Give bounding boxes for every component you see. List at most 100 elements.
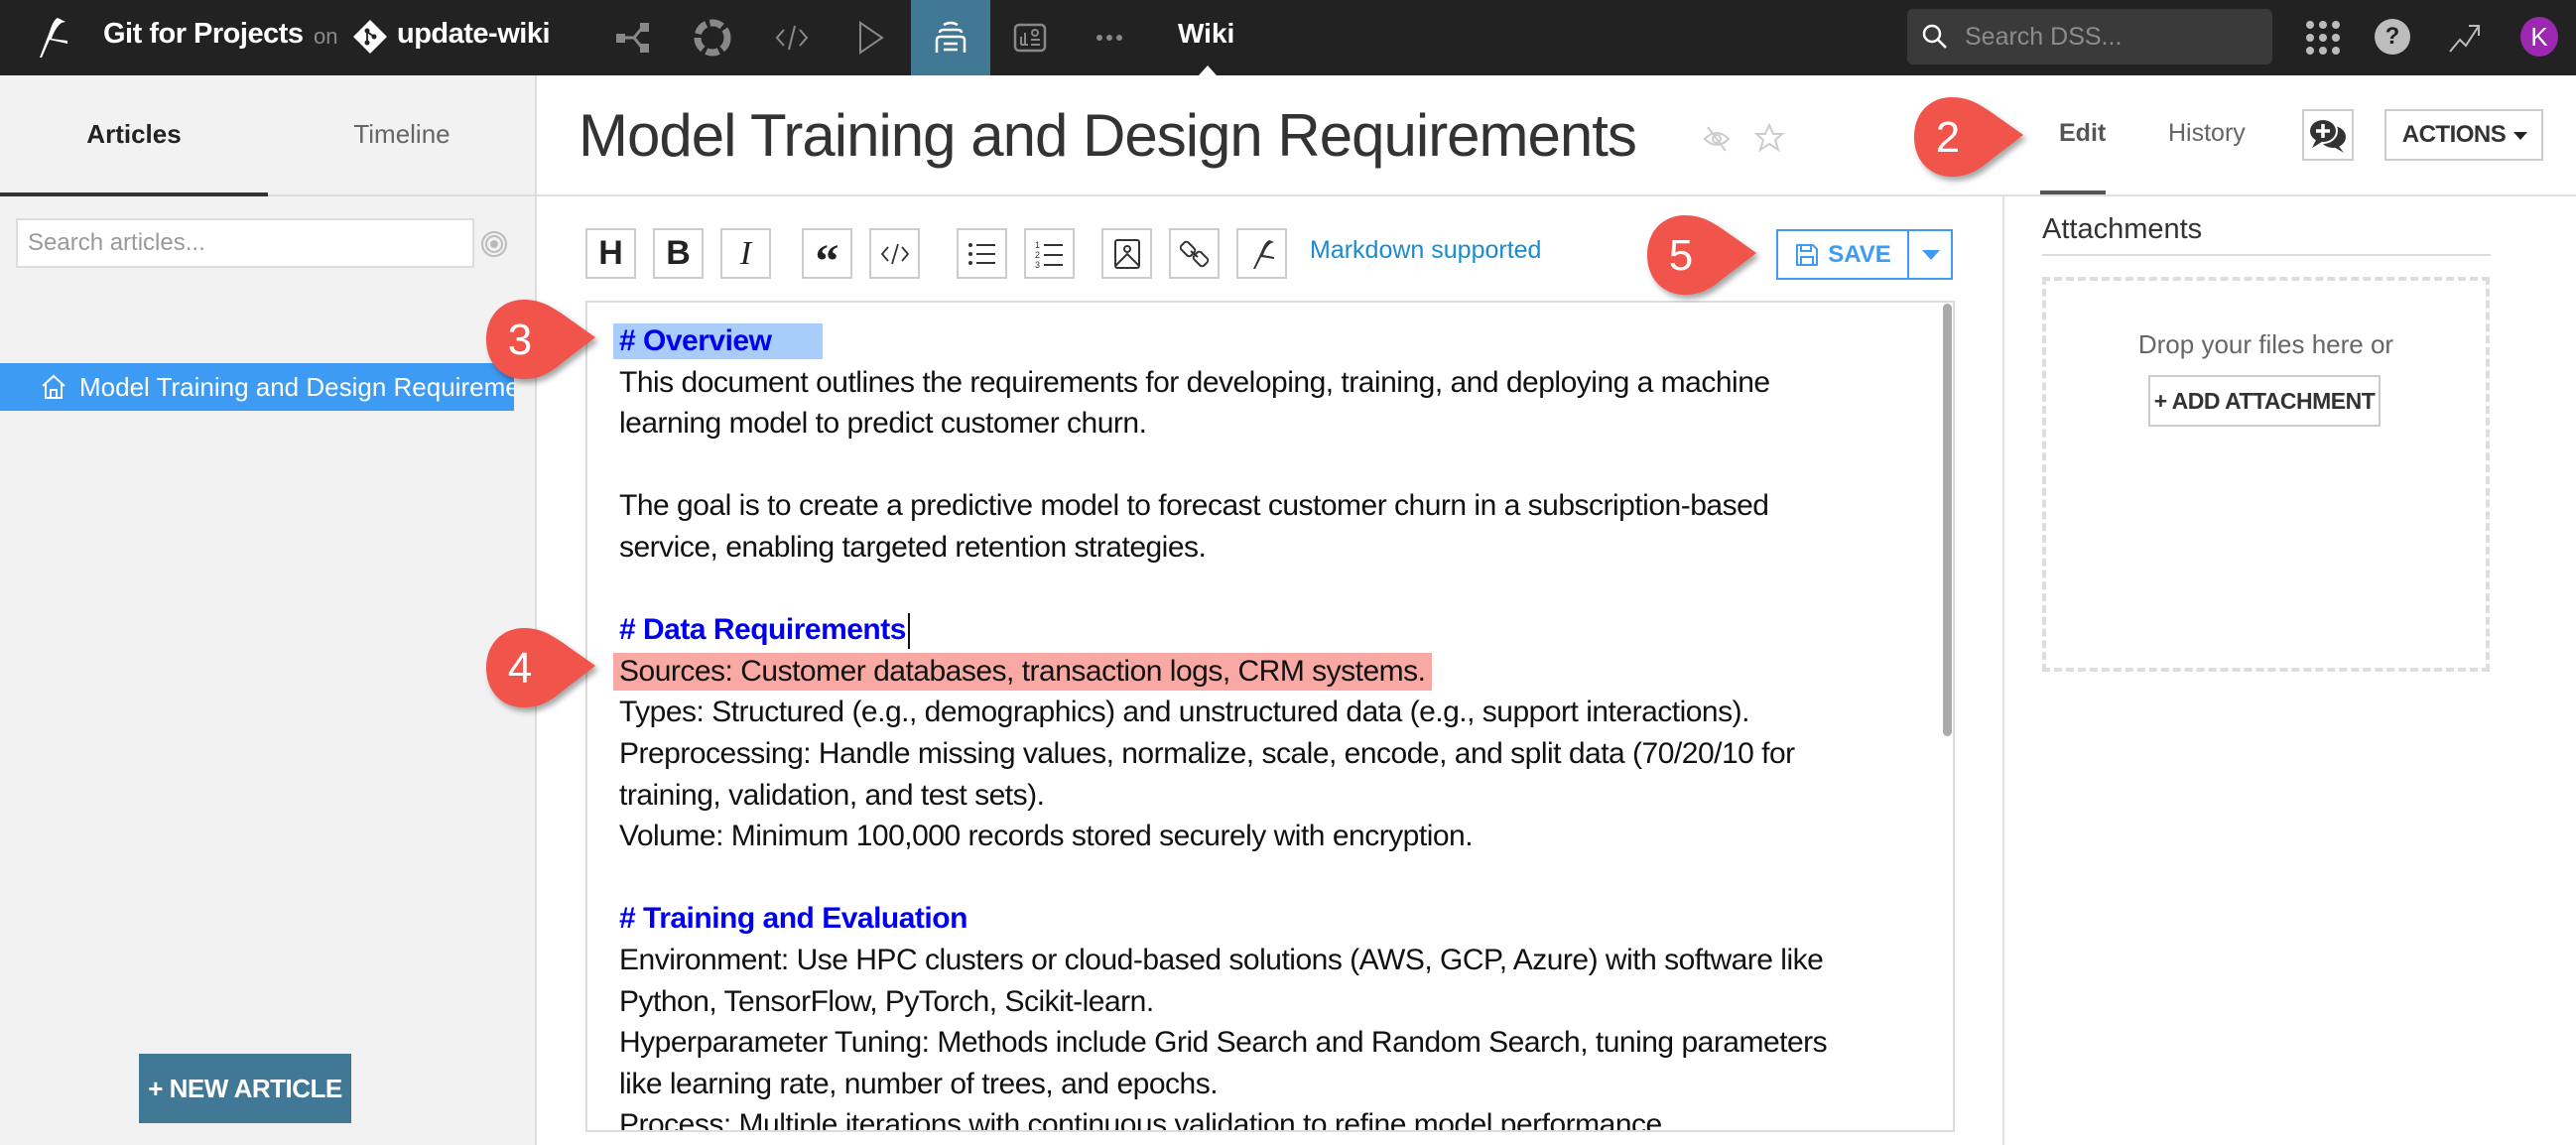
help-icon[interactable]: ? [2375, 19, 2410, 55]
dataiku-object-link-button[interactable] [1236, 228, 1287, 279]
editor-text-line[interactable]: This document outlines the requirements … [619, 362, 1909, 404]
flow-icon[interactable] [593, 0, 673, 75]
global-search[interactable] [1907, 9, 2272, 64]
save-button[interactable]: SAVE [1778, 231, 1907, 278]
add-attachment-button[interactable]: + ADD ATTACHMENT [2148, 375, 2381, 427]
project-name[interactable]: Git for Projects [103, 18, 304, 51]
editor-text-line[interactable]: Types: Structured (e.g., demographics) a… [619, 692, 1909, 733]
user-avatar[interactable]: K [2520, 17, 2558, 57]
italic-button[interactable]: I [720, 228, 771, 279]
quote-icon: “ [815, 234, 839, 288]
editor-text-line[interactable]: Sources: Customer databases, transaction… [613, 651, 1909, 693]
editor-blank-line[interactable] [619, 445, 1909, 486]
discussion-button[interactable] [2302, 109, 2354, 161]
actions-label: ACTIONS [2401, 121, 2507, 148]
search-articles-input[interactable] [16, 218, 474, 268]
bullet-list-button[interactable] [957, 228, 1007, 279]
bold-button[interactable]: B [653, 228, 704, 279]
editor-line-text: This document outlines the requirements … [619, 365, 1770, 399]
callout-marker: 3 [482, 298, 601, 383]
page-title: Model Training and Design Requirements [579, 102, 1637, 169]
actions-dropdown-button[interactable]: ACTIONS [2384, 109, 2543, 161]
editor-text-line[interactable]: The goal is to create a predictive model… [619, 485, 1909, 527]
editor-text-line[interactable]: Preprocessing: Handle missing values, no… [619, 733, 1909, 775]
editor-blank-line[interactable] [619, 569, 1909, 610]
editor-line-text: Sources: Customer databases, transaction… [613, 652, 1432, 691]
tab-edit[interactable]: Edit [2059, 119, 2106, 148]
lab-icon[interactable] [673, 0, 752, 75]
editor-text-line[interactable]: Hyperparameter Tuning: Methods include G… [619, 1022, 1909, 1064]
home-icon [42, 374, 65, 399]
link-button[interactable] [1169, 228, 1220, 279]
editor-text-line[interactable]: training, validation, and test sets). [619, 775, 1909, 817]
editor-text-line[interactable]: like learning rate, number of trees, and… [619, 1064, 1909, 1105]
dashboard-icon[interactable] [990, 0, 1070, 75]
global-search-input[interactable] [1965, 9, 2262, 64]
editor-blank-line[interactable] [619, 857, 1909, 899]
article-item-label: Model Training and Design Requirements [79, 372, 514, 402]
callout-marker: 4 [482, 626, 601, 711]
unwatch-eye-icon[interactable] [1702, 123, 1732, 155]
image-button[interactable] [1101, 228, 1152, 279]
dataiku-bird-logo-icon[interactable] [28, 14, 71, 62]
tab-history[interactable]: History [2168, 119, 2246, 148]
git-branch-icon [353, 20, 387, 54]
editor-line-text: Hyperparameter Tuning: Methods include G… [619, 1026, 1828, 1060]
svg-text:2: 2 [1035, 250, 1040, 260]
heading-button[interactable]: H [585, 228, 636, 279]
attachments-divider [2042, 254, 2491, 256]
locate-article-icon[interactable] [480, 230, 508, 258]
callout-number: 4 [507, 644, 533, 693]
chevron-down-icon [2513, 132, 2527, 140]
chevron-down-icon [1922, 250, 1940, 260]
star-icon[interactable] [1754, 123, 1784, 153]
panel-divider [2002, 196, 2004, 1145]
editor-content[interactable]: # Overview This document outlines the req… [613, 320, 1909, 1130]
editor-line-text: # Training and Evaluation [619, 902, 967, 936]
activity-trend-icon[interactable] [2447, 20, 2483, 56]
numbered-list-icon: 123 [1035, 240, 1063, 269]
editor-text-line[interactable]: Process: Multiple iterations with contin… [619, 1104, 1909, 1130]
svg-text:1: 1 [1035, 240, 1040, 250]
bullet-list-icon [967, 242, 995, 265]
editor-text-line[interactable]: learning model to predict customer churn… [619, 403, 1909, 445]
image-icon [1113, 238, 1140, 269]
search-icon [1922, 24, 1947, 49]
apps-grid-icon[interactable] [2304, 19, 2342, 57]
save-label: SAVE [1828, 240, 1891, 268]
italic-icon: I [739, 234, 752, 272]
wiki-sidebar: Articles Timeline Model Training and Des… [0, 75, 537, 1145]
new-article-button[interactable]: + NEW ARTICLE [139, 1054, 351, 1123]
editor-heading-line[interactable]: # Training and Evaluation [619, 898, 1909, 940]
callout-number: 5 [1668, 231, 1694, 280]
callout-number: 2 [1935, 113, 1961, 162]
save-options-dropdown[interactable] [1909, 231, 1951, 278]
editor-line-text: service, enabling targeted retention str… [619, 530, 1207, 564]
markdown-supported-link[interactable]: Markdown supported [1310, 236, 1541, 265]
code-button[interactable] [869, 228, 920, 279]
editor-scrollbar[interactable] [1943, 304, 1952, 736]
editor-heading-line[interactable]: # Overview [613, 320, 1909, 362]
tab-timeline[interactable]: Timeline [268, 75, 536, 196]
editor-text-line[interactable]: Volume: Minimum 100,000 records stored s… [619, 816, 1909, 857]
editor-text-line[interactable]: service, enabling targeted retention str… [619, 527, 1909, 569]
editor-heading-line[interactable]: # Data Requirements [619, 609, 1909, 651]
drop-files-text: Drop your files here or [2137, 329, 2394, 359]
editor-text-line[interactable]: Python, TensorFlow, PyTorch, Scikit-lear… [619, 981, 1909, 1023]
top-navigation-bar: Git for Projects on update-wiki Wiki ? K [0, 0, 2576, 75]
markdown-editor[interactable]: # Overview This document outlines the req… [585, 301, 1955, 1132]
quote-button[interactable]: “ [802, 228, 852, 288]
tab-articles[interactable]: Articles [0, 75, 268, 196]
dataiku-bird-icon [1252, 239, 1274, 269]
article-item-selected[interactable]: Model Training and Design Requirements [0, 363, 514, 411]
code-icon[interactable] [752, 0, 832, 75]
branch-name[interactable]: update-wiki [397, 18, 551, 51]
attachments-heading: Attachments [2042, 213, 2203, 245]
editor-text-line[interactable]: Environment: Use HPC clusters or cloud-b… [619, 940, 1909, 981]
more-icon[interactable] [1070, 0, 1149, 75]
editor-line-text: Python, TensorFlow, PyTorch, Scikit-lear… [619, 984, 1154, 1018]
wiki-icon[interactable] [911, 0, 990, 75]
editor-line-text: # Overview [613, 323, 824, 359]
numbered-list-button[interactable]: 123 [1024, 228, 1075, 279]
jobs-icon[interactable] [832, 0, 911, 75]
